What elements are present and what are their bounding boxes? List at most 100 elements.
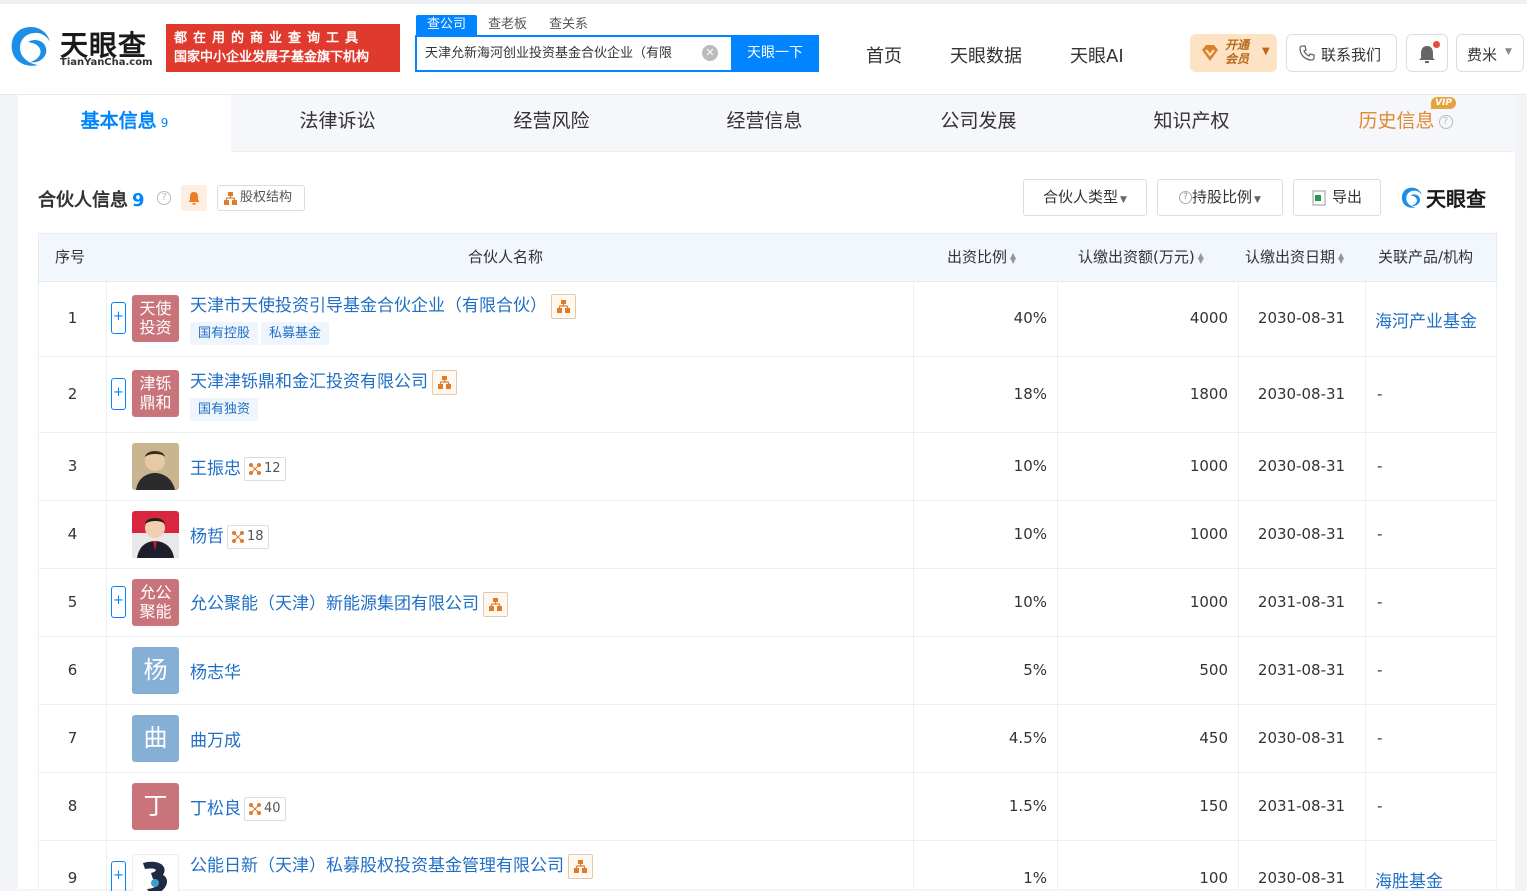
table-row: 2 + 津铄 鼎和 天津津铄鼎和金汇投资有限公司 国有独资 18% 1800 20… <box>38 357 1497 433</box>
table-row: 3 王振忠 12 10% 1000 2030-08-31 - <box>38 433 1497 501</box>
ratio-value: 10% <box>1013 525 1047 543</box>
nav-data[interactable]: 天眼数据 <box>950 42 1022 68</box>
relation-icon <box>249 802 261 815</box>
section-title-text: 合伙人信息 <box>38 190 128 211</box>
amount-value: 150 <box>1199 797 1228 815</box>
avatar-photo[interactable] <box>132 511 179 558</box>
clear-icon[interactable]: ✕ <box>702 45 718 61</box>
expand-button[interactable]: + <box>111 302 126 334</box>
tag[interactable]: 国有独资 <box>190 398 259 421</box>
ratio-value: 1% <box>1023 869 1047 887</box>
person-photo-icon <box>132 443 179 490</box>
date-value: 2030-08-31 <box>1257 385 1346 403</box>
partner-name[interactable]: 杨哲 18 <box>190 522 269 549</box>
avatar[interactable]: 丁 <box>132 783 179 830</box>
tab-operation[interactable]: 经营信息 <box>658 95 871 152</box>
search-tab-relation[interactable]: 查关系 <box>538 15 599 35</box>
tab-risk[interactable]: 经营风险 <box>445 95 658 152</box>
ratio-value: 1.5% <box>1008 797 1047 815</box>
relation-count[interactable]: 12 <box>244 457 286 481</box>
ratio-value: 4.5% <box>1008 729 1047 747</box>
avatar-logo[interactable] <box>132 854 179 891</box>
structure-icon[interactable] <box>483 591 508 617</box>
related-link[interactable]: 海胜基金 <box>1375 867 1443 891</box>
tab-ip[interactable]: 知识产权 <box>1085 95 1298 152</box>
header-date[interactable]: 认缴出资日期 ▲ ▼ <box>1245 234 1344 281</box>
date-value: 2030-08-31 <box>1257 729 1346 747</box>
bell-icon <box>188 192 200 205</box>
related-empty: - <box>1377 385 1383 403</box>
structure-icon[interactable] <box>568 853 593 879</box>
row-index: 7 <box>67 729 78 747</box>
date-value: 2031-08-31 <box>1257 593 1346 611</box>
logo[interactable]: 天眼查 TianYanCha.com <box>8 24 158 74</box>
help-icon[interactable]: ? <box>157 191 171 205</box>
search-tab-company[interactable]: 查公司 <box>416 15 478 35</box>
expand-button[interactable]: + <box>111 378 126 410</box>
nav-ai[interactable]: 天眼AI <box>1070 42 1124 68</box>
table-row: 7 曲 曲万成 4.5% 450 2030-08-31 - <box>38 705 1497 773</box>
partner-name[interactable]: 公能日新（天津）私募股权投资基金管理有限公司 <box>190 851 593 879</box>
partner-name-text: 允公聚能（天津）新能源集团有限公司 <box>190 594 479 614</box>
contact-button[interactable]: 联系我们 <box>1286 34 1397 72</box>
expand-button[interactable]: + <box>111 861 126 891</box>
partner-name[interactable]: 杨志华 <box>190 658 241 683</box>
partner-name[interactable]: 天津津铄鼎和金汇投资有限公司 <box>190 367 457 395</box>
equity-structure-button[interactable]: 股权结构 <box>217 185 305 211</box>
row-index: 3 <box>67 457 78 475</box>
open-vip-button[interactable]: 开通 会员 ▼ <box>1190 34 1277 72</box>
phone-icon <box>1299 45 1315 61</box>
tab-history[interactable]: 历史信息? VIP <box>1299 95 1512 152</box>
relation-count[interactable]: 40 <box>244 797 286 821</box>
ratio-value: 10% <box>1013 593 1047 611</box>
user-menu[interactable]: 费米 ▼ <box>1456 34 1524 72</box>
search-input[interactable]: 天津允新海河创业投资基金合伙企业（有限 <box>425 37 695 70</box>
partner-name[interactable]: 曲万成 <box>190 726 241 751</box>
avatar[interactable]: 津铄 鼎和 <box>132 370 179 417</box>
related-empty: - <box>1377 593 1383 611</box>
partner-name[interactable]: 允公聚能（天津）新能源集团有限公司 <box>190 589 508 617</box>
table-row: 8 丁 丁松良 40 1.5% 150 2031-08-31 - <box>38 773 1497 841</box>
date-value: 2031-08-31 <box>1257 797 1346 815</box>
slogan-line2: 国家中小企业发展子基金旗下机构 <box>174 50 370 65</box>
table-row: 6 杨 杨志华 5% 500 2031-08-31 - <box>38 637 1497 705</box>
search-tab-boss[interactable]: 查老板 <box>477 15 538 35</box>
relation-count[interactable]: 18 <box>227 525 269 549</box>
partner-name[interactable]: 丁松良 40 <box>190 794 286 821</box>
avatar[interactable]: 曲 <box>132 715 179 762</box>
alert-bell-icon[interactable] <box>181 185 207 211</box>
export-button[interactable]: 导出 <box>1293 179 1381 216</box>
related-empty: - <box>1377 729 1383 747</box>
header-amount[interactable]: 认缴出资额(万元) ▲ ▼ <box>1078 234 1204 281</box>
structure-icon[interactable] <box>551 293 576 319</box>
partner-name[interactable]: 王振忠 12 <box>190 454 286 481</box>
tab-legal[interactable]: 法律诉讼 <box>231 95 444 152</box>
avatar[interactable]: 天使 投资 <box>132 295 179 342</box>
related-link[interactable]: 海河产业基金 <box>1375 307 1477 332</box>
partner-type-filter[interactable]: 合伙人类型 ▼ <box>1023 179 1147 216</box>
avatar[interactable]: 允公 聚能 <box>132 579 179 626</box>
ratio-filter[interactable]: ? 持股比例 ▼ <box>1157 179 1283 216</box>
partner-name[interactable]: 天津市天使投资引导基金合伙企业（有限合伙） <box>190 291 576 319</box>
avatar[interactable]: 杨 <box>132 647 179 694</box>
date-value: 2031-08-31 <box>1257 661 1346 679</box>
search-button[interactable]: 天眼一下 <box>731 35 819 72</box>
expand-button[interactable]: + <box>111 586 126 618</box>
header-ratio-label: 出资比例 <box>947 248 1008 266</box>
notification-button[interactable] <box>1406 34 1448 72</box>
avatar-photo[interactable] <box>132 443 179 490</box>
row-index: 6 <box>67 661 78 679</box>
nav-home[interactable]: 首页 <box>866 42 902 68</box>
tab-development[interactable]: 公司发展 <box>872 95 1085 152</box>
header-name: 合伙人名称 <box>468 248 544 266</box>
tag-list: 国有控股 私募基金 <box>190 322 332 345</box>
tab-basic-info[interactable]: 基本信息 9 <box>18 95 231 152</box>
related-empty: - <box>1377 525 1383 543</box>
tag[interactable]: 私募基金 <box>261 322 330 345</box>
relation-count-value: 18 <box>247 529 264 544</box>
logo-domain: TianYanCha.com <box>60 57 153 68</box>
header-ratio[interactable]: 出资比例 ▲ ▼ <box>947 234 1016 281</box>
structure-icon[interactable] <box>432 369 457 395</box>
tag[interactable]: 国有控股 <box>190 322 259 345</box>
partner-name-text: 王振忠 <box>190 459 241 479</box>
